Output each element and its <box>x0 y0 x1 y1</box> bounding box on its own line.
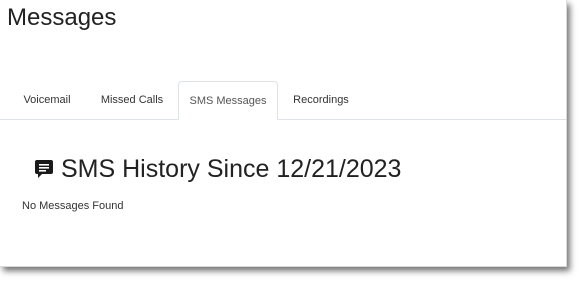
tab-missed-calls[interactable]: Missed Calls <box>92 81 172 119</box>
page-title: Messages <box>7 4 117 31</box>
message-tabs: Voicemail Missed Calls SMS Messages Reco… <box>0 81 566 120</box>
tab-recordings[interactable]: Recordings <box>283 81 359 119</box>
empty-state-text: No Messages Found <box>22 200 124 212</box>
messages-panel: Messages Voicemail Missed Calls SMS Mess… <box>0 0 567 267</box>
sms-history-header: SMS History Since 12/21/2023 <box>34 154 401 184</box>
section-title: SMS History Since 12/21/2023 <box>61 155 402 183</box>
chat-bubble-icon <box>34 158 54 180</box>
tab-sms-messages[interactable]: SMS Messages <box>178 81 278 120</box>
tab-voicemail[interactable]: Voicemail <box>7 81 87 119</box>
